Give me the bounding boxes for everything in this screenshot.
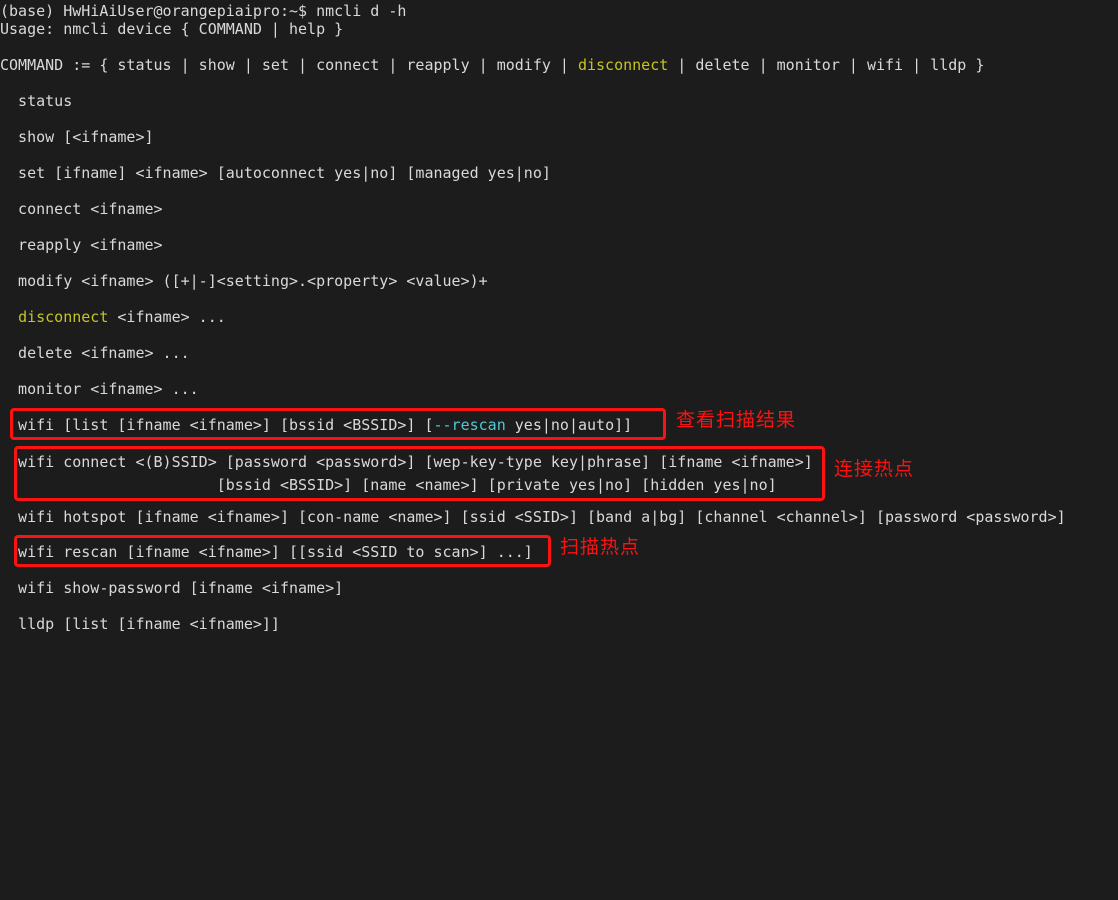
command-wifi-rescan: wifi rescan [ifname <ifname>] [[ssid <SS…: [0, 543, 533, 561]
command-wifi-hotspot: wifi hotspot [ifname <ifname>] [con-name…: [0, 508, 1066, 526]
command-disconnect-args: <ifname> ...: [108, 308, 226, 326]
terminal-window[interactable]: (base) HwHiAiUser@orangepiaipro:~$ nmcli…: [0, 0, 1118, 644]
command-wifi-show-password: wifi show-password [ifname <ifname>]: [0, 579, 344, 597]
command-show: show [<ifname>]: [0, 128, 154, 146]
annotation-scan-hotspot: 扫描热点: [560, 536, 641, 558]
command-disconnect-indent: [0, 308, 18, 326]
command-modify: modify <ifname> ([+|-]<setting>.<propert…: [0, 272, 488, 290]
command-disconnect: disconnect <ifname> ...: [0, 308, 226, 326]
command-connect: connect <ifname>: [0, 200, 163, 218]
command-set: set [ifname] <ifname> [autoconnect yes|n…: [0, 164, 551, 182]
annotation-view-scan-results: 查看扫描结果: [676, 409, 797, 431]
command-disconnect-keyword: disconnect: [18, 308, 109, 326]
command-header-disconnect: disconnect: [577, 56, 669, 74]
command-wifi-connect-line1: wifi connect <(B)SSID> [password <passwo…: [0, 453, 813, 471]
wifi-list-prefix: wifi [list [ifname <ifname>] [bssid <BSS…: [0, 416, 434, 434]
command-wifi-list: wifi [list [ifname <ifname>] [bssid <BSS…: [0, 416, 632, 434]
command-header-line: COMMAND := { status | show | set | conne…: [0, 56, 984, 74]
shell-prompt-line: (base) HwHiAiUser@orangepiaipro:~$ nmcli…: [0, 2, 407, 20]
usage-line: Usage: nmcli device { COMMAND | help }: [0, 20, 344, 38]
command-reapply: reapply <ifname>: [0, 236, 163, 254]
wifi-list-rescan-flag: --rescan: [433, 416, 506, 434]
wifi-list-suffix: yes|no|auto]]: [505, 416, 633, 434]
command-header-prefix: COMMAND := { status | show | set | conne…: [0, 56, 578, 74]
command-status: status: [0, 92, 73, 110]
command-lldp: lldp [list [ifname <ifname>]]: [0, 615, 280, 633]
annotation-connect-hotspot: 连接热点: [834, 458, 915, 480]
command-monitor: monitor <ifname> ...: [0, 380, 199, 398]
command-wifi-connect-line2: [bssid <BSSID>] [name <name>] [private y…: [0, 476, 777, 494]
command-header-suffix: | delete | monitor | wifi | lldp }: [668, 56, 985, 74]
command-delete: delete <ifname> ...: [0, 344, 190, 362]
